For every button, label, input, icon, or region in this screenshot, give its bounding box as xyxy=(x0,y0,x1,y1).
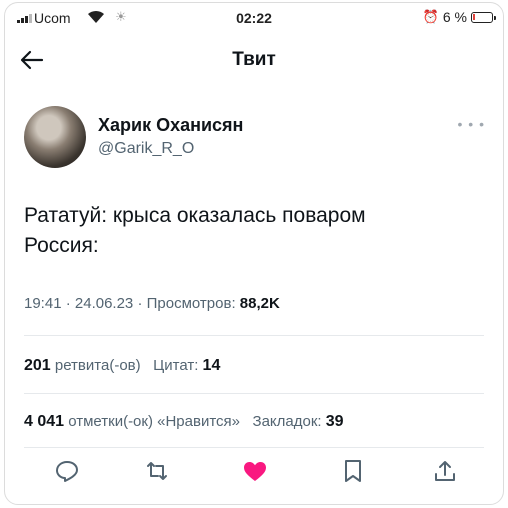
battery-icon xyxy=(471,11,496,23)
retweets-label: ретвита(-ов) xyxy=(54,357,141,374)
divider xyxy=(24,447,484,448)
retweet-icon[interactable] xyxy=(143,457,171,485)
likes-count: 4 041 xyxy=(24,413,65,430)
tweet-text: Рататуй: крыса оказалась поваром Россия: xyxy=(24,201,494,261)
tweet-date[interactable]: 24.06.23 xyxy=(75,295,133,312)
avatar[interactable] xyxy=(24,106,86,168)
tweet-meta: 19:41 · 24.06.23 · Просмотров: 88,2K xyxy=(24,295,280,312)
bookmark-icon[interactable] xyxy=(339,457,367,485)
bookmarks-label: Закладок: xyxy=(252,413,322,430)
views-count: 88,2K xyxy=(239,295,280,312)
tweet-text-line: Рататуй: крыса оказалась поваром xyxy=(24,204,366,227)
bookmarks-stat[interactable]: Закладок: 39 xyxy=(253,413,344,430)
battery-percent: 6 % xyxy=(442,9,467,25)
author-handle[interactable]: @Garik_R_O xyxy=(98,140,194,158)
alarm-icon: ⏰ xyxy=(422,9,439,24)
author-name[interactable]: Харик Оханисян xyxy=(98,115,243,136)
quotes-count: 14 xyxy=(202,357,221,374)
page-title: Твит xyxy=(232,49,276,70)
more-dots-icon[interactable]: • • • xyxy=(458,116,485,132)
tweet-screen: Ucom ☀ 02:22 ⏰ 6 % Твит Харик Оханисян @… xyxy=(4,2,504,505)
divider xyxy=(24,393,484,394)
retweets-stat[interactable]: 201 ретвита(-ов) xyxy=(24,357,145,374)
quotes-stat[interactable]: Цитат: 14 xyxy=(153,357,220,374)
bookmarks-count: 39 xyxy=(325,413,344,430)
tweet-text-line: Россия: xyxy=(24,234,99,257)
share-icon[interactable] xyxy=(431,457,459,485)
views-label: Просмотров: xyxy=(146,295,236,312)
tweet-time[interactable]: 19:41 xyxy=(24,295,62,312)
like-bookmark-stats: 4 041 отметки(-ок) «Нравится» Закладок: … xyxy=(24,413,344,431)
status-bar: Ucom ☀ 02:22 ⏰ 6 % xyxy=(5,3,503,33)
reply-icon[interactable] xyxy=(53,457,81,485)
retweet-quote-stats: 201 ретвита(-ов) Цитат: 14 xyxy=(24,357,220,375)
heart-icon[interactable] xyxy=(241,457,269,485)
divider xyxy=(24,335,484,336)
likes-stat[interactable]: 4 041 отметки(-ок) «Нравится» xyxy=(24,413,244,430)
quotes-label: Цитат: xyxy=(153,357,199,374)
action-bar xyxy=(5,457,503,491)
retweets-count: 201 xyxy=(24,357,51,374)
likes-label: отметки(-ок) «Нравится» xyxy=(68,413,241,430)
